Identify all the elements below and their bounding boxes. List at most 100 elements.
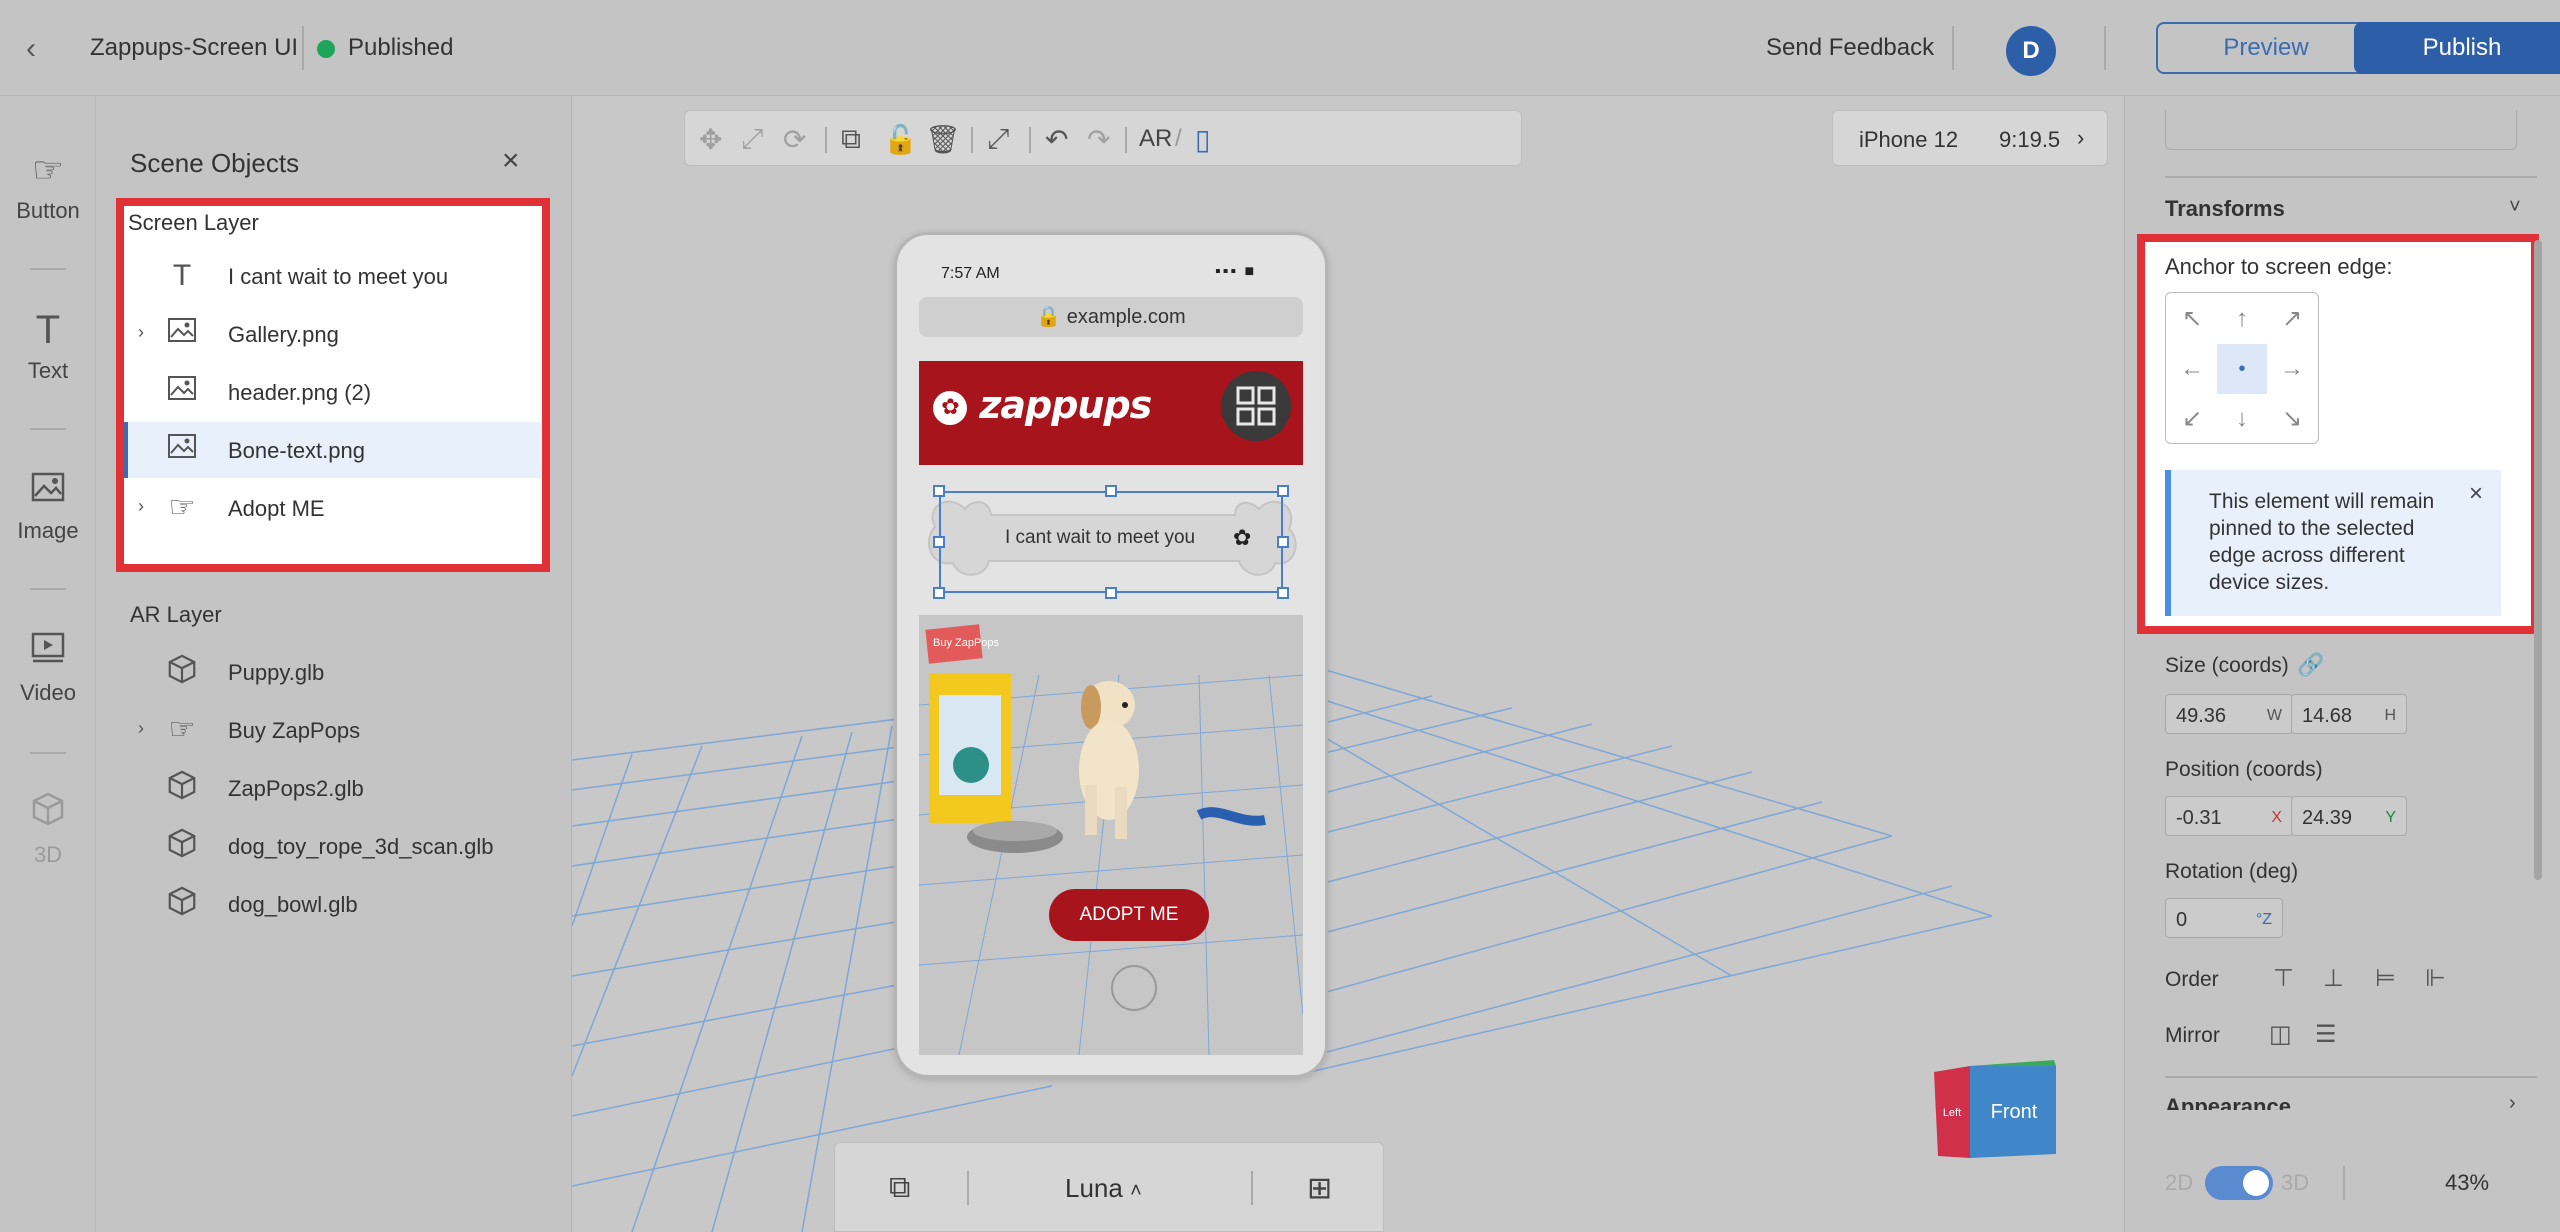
appearance-section-title[interactable]: Appearance	[2165, 1094, 2291, 1110]
rail-text-label: Text	[27, 358, 69, 383]
chevron-right-icon[interactable]: ›	[138, 322, 144, 343]
unlock-icon[interactable]: 🔓	[883, 123, 918, 156]
rail-text[interactable]: T Text	[0, 308, 96, 384]
anchor-top-icon[interactable]: ↑	[2217, 294, 2267, 344]
size-width-input[interactable]: 49.36 W	[2165, 694, 2293, 734]
link-icon[interactable]: 🔗	[2297, 652, 2324, 678]
anchor-left-icon[interactable]: ←	[2167, 344, 2217, 394]
gallery-button[interactable]	[1221, 371, 1291, 441]
2d-3d-toggle[interactable]	[2205, 1166, 2273, 1200]
undo-icon[interactable]: ↶	[1045, 123, 1068, 156]
list-item-label: Adopt ME	[228, 496, 325, 521]
list-item[interactable]: dog_bowl.glb	[124, 876, 542, 932]
device-selector[interactable]: iPhone 12 9:19.5 ›	[1832, 110, 2108, 166]
orientation-cube[interactable]: Front Left	[1934, 1052, 2064, 1162]
divider	[825, 127, 827, 153]
list-item[interactable]: header.png (2)	[124, 364, 542, 420]
rotate-3d-icon[interactable]: ⟳	[783, 123, 806, 156]
rotation-z-value: 0	[2176, 909, 2188, 931]
browser-url: example.com	[1066, 306, 1186, 328]
phone-icon[interactable]: ▯	[1195, 123, 1210, 156]
anchor-top-right-icon[interactable]: ↗	[2267, 294, 2317, 344]
position-y-input[interactable]: 24.39 Y	[2291, 796, 2407, 836]
ar-scene-preview[interactable]: Buy ZapPops ADOPT ME	[919, 615, 1303, 1055]
move-icon[interactable]: ✥	[699, 123, 722, 156]
scale-icon[interactable]: ⤢	[741, 123, 763, 156]
position-x-input[interactable]: -0.31 X	[2165, 796, 2293, 836]
header-image[interactable]: ✿ zappups	[919, 361, 1303, 465]
chevron-right-icon[interactable]: ›	[138, 496, 144, 517]
anchor-center-icon[interactable]: •	[2217, 344, 2267, 394]
ar-layer-title: AR Layer	[130, 602, 222, 627]
resize-handle[interactable]	[933, 536, 945, 548]
close-icon[interactable]: ×	[502, 144, 520, 178]
editor-canvas[interactable]: ✥ ⤢ ⟳ ⧉ 🔓 🗑 ⤢ ↶ ↷ AR / ▯ iPhone 12 9:19.…	[572, 96, 2124, 1232]
properties-scrollbar[interactable]	[2534, 240, 2542, 880]
rotation-z-input[interactable]: 0 °Z	[2165, 898, 2283, 938]
toggle-3d-label: 3D	[2281, 1170, 2310, 1195]
list-item-selected[interactable]: Bone-text.png	[124, 422, 542, 478]
resize-handle[interactable]	[933, 587, 945, 599]
add-box-icon[interactable]: ⊞	[1307, 1171, 1332, 1206]
publish-button[interactable]: Publish	[2354, 22, 2560, 74]
chevron-down-icon[interactable]: ˅	[2509, 196, 2521, 219]
list-item[interactable]: Puppy.glb	[124, 644, 542, 700]
rail-image[interactable]: Image	[0, 468, 96, 544]
list-item[interactable]: dog_toy_rope_3d_scan.glb	[124, 818, 542, 874]
rail-button-label: Button	[16, 198, 80, 223]
environment-selector[interactable]: Luna ˄	[1065, 1173, 1142, 1204]
name-input[interactable]	[2165, 110, 2517, 150]
chevron-right-icon[interactable]: ›	[2509, 1092, 2516, 1115]
anchor-top-left-icon[interactable]: ↖	[2167, 294, 2217, 344]
published-status-dot-icon	[317, 40, 335, 58]
rail-button[interactable]: ☞ Button	[0, 148, 96, 224]
send-feedback-link[interactable]: Send Feedback	[1766, 34, 1934, 62]
list-item-label: Buy ZapPops	[228, 718, 361, 743]
preview-button[interactable]: Preview	[2156, 22, 2376, 74]
chevron-right-icon[interactable]: ›	[138, 718, 144, 739]
resize-handle[interactable]	[1105, 587, 1117, 599]
resize-handle[interactable]	[1277, 485, 1289, 497]
send-to-back-icon[interactable]: ⊩	[2425, 964, 2446, 993]
anchor-info-text: This element will remain pinned to the s…	[2209, 490, 2435, 594]
transforms-section-title[interactable]: Transforms	[2165, 196, 2285, 222]
divider	[2343, 1166, 2345, 1200]
back-arrow-icon[interactable]: ‹	[26, 32, 36, 66]
anchor-bottom-left-icon[interactable]: ↙	[2167, 394, 2217, 444]
rail-video[interactable]: Video	[0, 630, 96, 706]
rail-video-label: Video	[20, 680, 76, 705]
anchor-bottom-right-icon[interactable]: ↘	[2267, 394, 2317, 444]
resize-handle[interactable]	[933, 485, 945, 497]
adopt-me-button[interactable]: ADOPT ME	[1049, 889, 1209, 941]
bring-to-front-icon[interactable]: ⊤	[2273, 964, 2294, 993]
list-item[interactable]: › ☞ Buy ZapPops	[124, 702, 542, 758]
resize-handle[interactable]	[1277, 587, 1289, 599]
anchor-right-icon[interactable]: →	[2267, 344, 2317, 394]
list-item[interactable]: ZapPops2.glb	[124, 760, 542, 816]
selection-box[interactable]	[939, 491, 1283, 593]
compress-icon[interactable]: ⤢	[987, 123, 1009, 156]
add-layer-icon[interactable]: ⧉	[889, 1171, 910, 1205]
resize-handle[interactable]	[1277, 536, 1289, 548]
list-item[interactable]: T I cant wait to meet you	[124, 248, 542, 304]
bring-forward-icon[interactable]: ⊥	[2323, 964, 2344, 993]
anchor-bottom-icon[interactable]: ↓	[2217, 394, 2267, 444]
send-backward-icon[interactable]: ⊨	[2375, 964, 2396, 993]
anchor-highlight: Anchor to screen edge: ↖ ↑ ↗ ← • → ↙ ↓ ↘…	[2137, 234, 2539, 634]
avatar[interactable]: D	[2006, 26, 2056, 76]
close-icon[interactable]: ×	[2469, 480, 2483, 508]
redo-icon[interactable]: ↷	[1087, 123, 1110, 156]
rail-3d[interactable]: 3D	[0, 792, 96, 868]
cube-left-label: Left	[1943, 1107, 1961, 1119]
list-item[interactable]: › Gallery.png	[124, 306, 542, 362]
resize-handle[interactable]	[1105, 485, 1117, 497]
divider	[302, 26, 304, 70]
ar-mode-toggle[interactable]: AR	[1139, 125, 1172, 153]
zoom-level[interactable]: 43%	[2445, 1170, 2489, 1196]
list-item[interactable]: › ☞ Adopt ME	[124, 480, 542, 536]
mirror-horizontal-icon[interactable]: ◫	[2269, 1020, 2292, 1049]
mirror-vertical-icon[interactable]: ☰	[2315, 1020, 2337, 1049]
delete-icon[interactable]: 🗑	[925, 123, 961, 156]
size-height-input[interactable]: 14.68 H	[2291, 694, 2407, 734]
duplicate-icon[interactable]: ⧉	[841, 123, 861, 156]
